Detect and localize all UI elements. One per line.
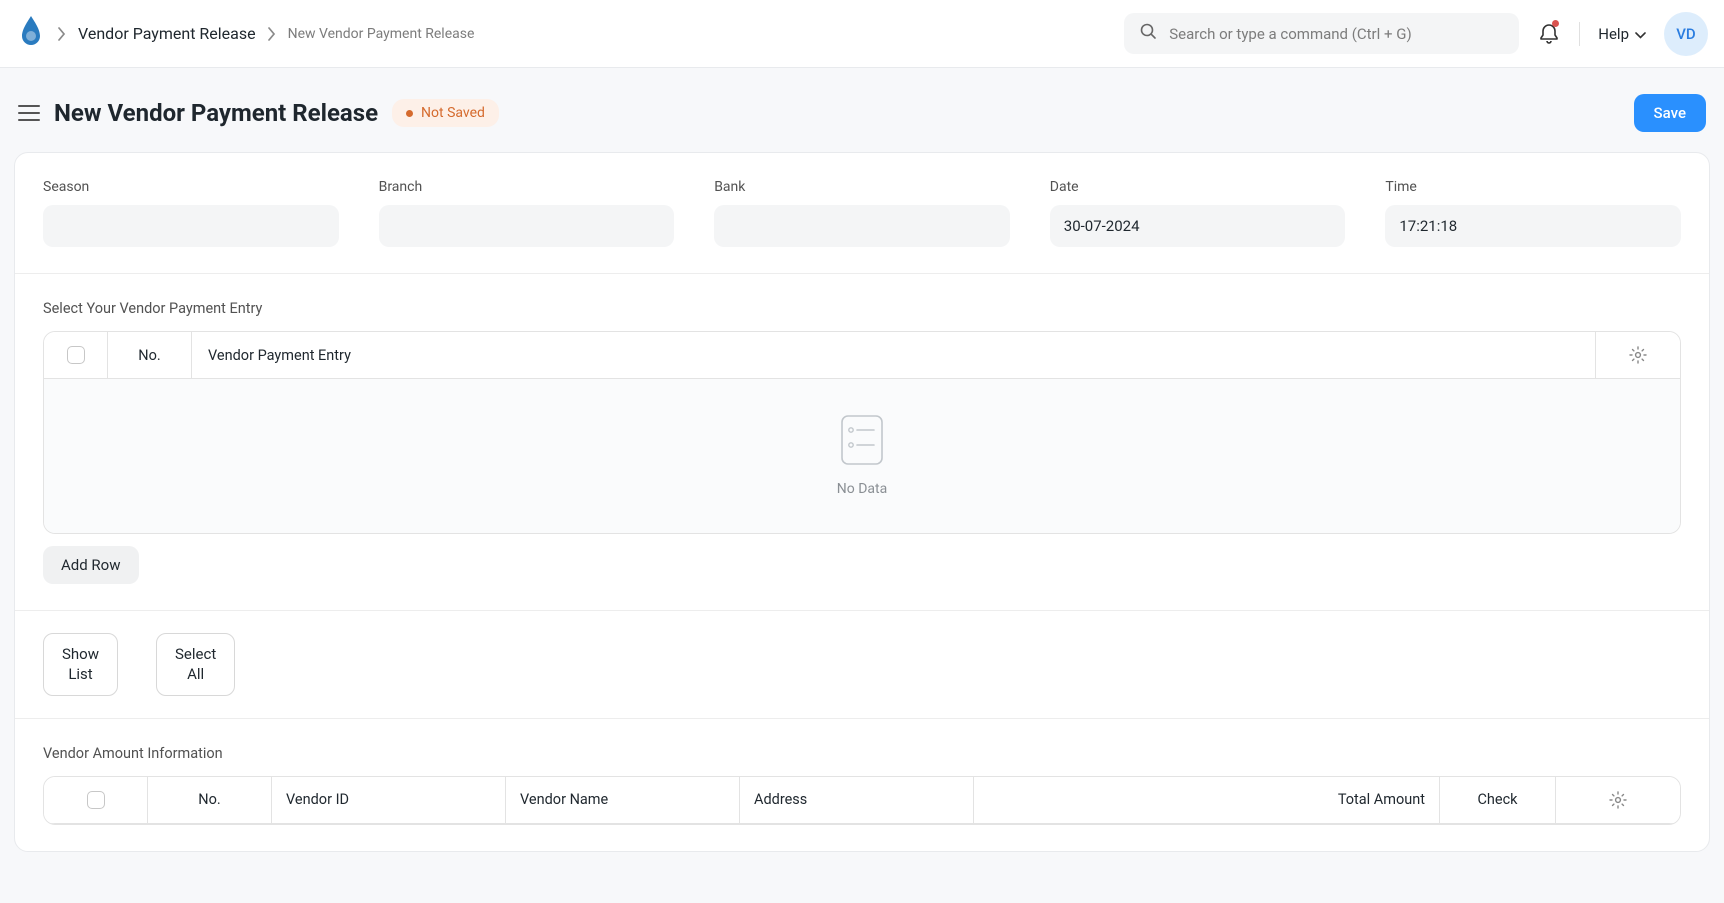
field-date: Date: [1050, 179, 1346, 247]
date-input[interactable]: [1050, 205, 1346, 247]
entry-grid-header: No. Vendor Payment Entry: [44, 332, 1680, 379]
form-card: Season Branch Bank Date Time: [14, 152, 1710, 852]
time-label: Time: [1385, 179, 1681, 195]
amount-grid-settings-button[interactable]: [1556, 777, 1680, 823]
amount-header-check: Check: [1440, 777, 1556, 823]
bank-label: Bank: [714, 179, 1010, 195]
time-input[interactable]: [1385, 205, 1681, 247]
divider: [1579, 22, 1580, 46]
page-header: New Vendor Payment Release Not Saved Sav…: [14, 84, 1710, 152]
amount-header-checkbox-cell: [44, 777, 148, 823]
top-navbar: Vendor Payment Release New Vendor Paymen…: [0, 0, 1724, 68]
amount-grid-header: No. Vendor ID Vendor Name Address Total …: [44, 777, 1680, 824]
entry-header-checkbox-cell: [44, 332, 108, 378]
status-label: Not Saved: [421, 105, 485, 121]
amount-select-all-checkbox[interactable]: [87, 791, 105, 809]
entry-grid-empty-text: No Data: [837, 481, 887, 497]
form-section-amount-grid: Vendor Amount Information No. Vendor ID …: [15, 719, 1709, 851]
help-label: Help: [1598, 25, 1629, 43]
chevron-right-icon: [58, 27, 66, 41]
gear-icon: [1609, 791, 1627, 809]
amount-grid: No. Vendor ID Vendor Name Address Total …: [43, 776, 1681, 825]
field-season: Season: [43, 179, 339, 247]
season-input[interactable]: [43, 205, 339, 247]
field-bank: Bank: [714, 179, 1010, 247]
amount-header-vendor-id: Vendor ID: [272, 777, 506, 823]
entry-select-all-checkbox[interactable]: [67, 346, 85, 364]
select-all-button[interactable]: Select All: [156, 633, 235, 696]
branch-label: Branch: [379, 179, 675, 195]
bank-input[interactable]: [714, 205, 1010, 247]
field-branch: Branch: [379, 179, 675, 247]
breadcrumb-current: New Vendor Payment Release: [288, 26, 475, 42]
sidebar-toggle-button[interactable]: [18, 104, 40, 122]
amount-header-address: Address: [740, 777, 974, 823]
page-title: New Vendor Payment Release: [54, 99, 378, 127]
form-section-entry-grid: Select Your Vendor Payment Entry No. Ven…: [15, 274, 1709, 611]
breadcrumb: Vendor Payment Release New Vendor Paymen…: [58, 24, 1124, 43]
entry-header-entry: Vendor Payment Entry: [192, 332, 1596, 378]
empty-list-icon: [841, 415, 883, 465]
amount-header-total-amount: Total Amount: [974, 777, 1440, 823]
add-row-button[interactable]: Add Row: [43, 546, 139, 584]
amount-header-vendor-name: Vendor Name: [506, 777, 740, 823]
help-menu[interactable]: Help: [1598, 25, 1646, 43]
date-label: Date: [1050, 179, 1346, 195]
form-section-main-fields: Season Branch Bank Date Time: [15, 153, 1709, 274]
entry-section-title: Select Your Vendor Payment Entry: [43, 300, 1681, 317]
amount-section-title: Vendor Amount Information: [43, 745, 1681, 762]
status-dot-icon: [406, 110, 413, 117]
user-avatar[interactable]: VD: [1664, 12, 1708, 56]
branch-input[interactable]: [379, 205, 675, 247]
app-logo[interactable]: [16, 12, 46, 56]
notification-indicator-icon: [1552, 20, 1559, 27]
notifications-button[interactable]: [1537, 22, 1561, 46]
show-list-button[interactable]: Show List: [43, 633, 118, 696]
breadcrumb-link-vendor-payment-release[interactable]: Vendor Payment Release: [78, 24, 256, 43]
page-header-left: New Vendor Payment Release Not Saved: [18, 99, 499, 127]
search-icon: [1140, 23, 1157, 44]
entry-grid: No. Vendor Payment Entry No Data: [43, 331, 1681, 534]
amount-header-no: No.: [148, 777, 272, 823]
entry-grid-settings-button[interactable]: [1596, 332, 1680, 378]
chevron-down-icon: [1635, 25, 1646, 43]
gear-icon: [1629, 346, 1647, 364]
form-section-actions: Show List Select All: [15, 611, 1709, 719]
save-button[interactable]: Save: [1634, 94, 1706, 132]
chevron-right-icon: [268, 27, 276, 41]
season-label: Season: [43, 179, 339, 195]
global-search[interactable]: [1124, 13, 1519, 54]
field-time: Time: [1385, 179, 1681, 247]
entry-grid-empty-body: No Data: [44, 379, 1680, 533]
search-input[interactable]: [1169, 25, 1503, 43]
status-badge: Not Saved: [392, 99, 499, 127]
page-area: New Vendor Payment Release Not Saved Sav…: [0, 68, 1724, 903]
nav-right-group: Help VD: [1124, 12, 1708, 56]
entry-header-no: No.: [108, 332, 192, 378]
